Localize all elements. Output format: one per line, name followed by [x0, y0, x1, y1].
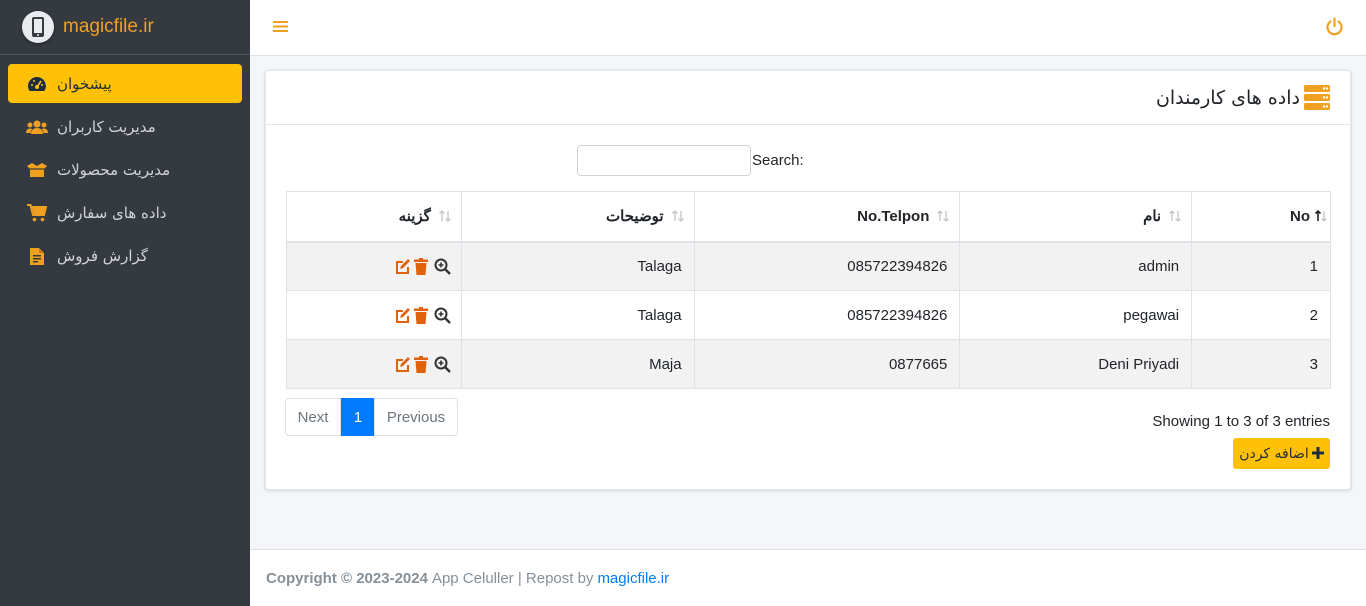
cart-icon — [26, 203, 48, 223]
sidebar-item-label: مدیریت کاربران — [57, 117, 156, 136]
sort-asc-icon — [1314, 209, 1328, 223]
sort-icon — [936, 209, 950, 223]
zoom-icon[interactable] — [434, 307, 451, 324]
add-button[interactable]: اضافه کردن — [1233, 438, 1330, 469]
description-cell: Talaga — [460, 290, 695, 340]
sort-icon — [671, 209, 685, 223]
users-icon — [26, 117, 48, 137]
table-header-row: گزینه توضیحات No.Telpon نام No — [286, 191, 1331, 243]
sidebar-nav: پیشخوان مدیریت کاربران مدیریت محصولات دا… — [0, 55, 250, 275]
name-cell: pegawai — [959, 290, 1193, 340]
sidebar-item-sales-report[interactable]: گزارش فروش — [8, 236, 242, 275]
search-label: Search: — [752, 152, 804, 169]
no-cell: 3 — [1191, 339, 1331, 389]
phone-cell: 085722394826 — [693, 241, 961, 291]
options-cell — [286, 241, 462, 291]
name-cell: Deni Priyadi — [959, 339, 1193, 389]
phone-cell: 0877665 — [693, 339, 961, 389]
name-cell: admin — [959, 241, 1193, 291]
plus-icon — [1311, 443, 1324, 464]
sidebar: magicfile.ir پیشخوان مدیریت کاربران مدیر… — [0, 0, 250, 606]
entries-info: Showing 1 to 3 of 3 entries — [1152, 413, 1330, 430]
search-input[interactable] — [577, 145, 751, 176]
previous-page-button[interactable]: Previous — [374, 398, 458, 436]
edit-icon[interactable] — [394, 258, 411, 275]
file-report-icon — [26, 246, 48, 266]
sidebar-item-dashboard[interactable]: پیشخوان — [8, 64, 242, 103]
sidebar-item-users[interactable]: مدیریت کاربران — [8, 107, 242, 146]
sidebar-item-products[interactable]: مدیریت محصولات — [8, 150, 242, 189]
table-row: Talaga 085722394826 admin 1 — [286, 241, 1331, 291]
box-open-icon — [26, 160, 48, 180]
mobile-phone-icon — [22, 11, 54, 43]
zoom-icon[interactable] — [434, 356, 451, 373]
server-icon — [1304, 85, 1330, 110]
column-header-description[interactable]: توضیحات — [460, 191, 695, 243]
column-header-phone[interactable]: No.Telpon — [693, 191, 961, 243]
delete-icon[interactable] — [413, 306, 431, 324]
delete-icon[interactable] — [413, 355, 431, 373]
footer-copyright: Copyright © 2023-2024 — [266, 569, 428, 587]
next-page-button[interactable]: Next — [285, 398, 341, 436]
edit-icon[interactable] — [394, 307, 411, 324]
sidebar-item-orders[interactable]: داده های سفارش — [8, 193, 242, 232]
sidebar-item-label: گزارش فروش — [57, 246, 148, 265]
pagination: Next 1 Previous — [285, 398, 458, 436]
employees-table: گزینه توضیحات No.Telpon نام No Talaga 08… — [286, 191, 1331, 389]
edit-icon[interactable] — [394, 356, 411, 373]
sidebar-item-label: مدیریت محصولات — [57, 160, 171, 179]
footer-link[interactable]: magicfile.ir — [597, 570, 669, 587]
sort-icon — [1168, 209, 1182, 223]
sort-icon — [438, 209, 452, 223]
footer: Copyright © 2023-2024 App Celuller | Rep… — [250, 549, 1366, 606]
no-cell: 2 — [1191, 290, 1331, 340]
brand-name: magicfile.ir — [63, 16, 154, 37]
page-title: داده های کارمندان — [1155, 87, 1300, 109]
column-header-options[interactable]: گزینه — [286, 191, 462, 243]
page-1-button[interactable]: 1 — [341, 398, 375, 436]
delete-icon[interactable] — [413, 258, 431, 276]
description-cell: Talaga — [460, 241, 695, 291]
no-cell: 1 — [1191, 241, 1331, 291]
sidebar-item-label: پیشخوان — [57, 74, 112, 93]
dashboard-icon — [26, 74, 48, 94]
card-header: داده های کارمندان — [266, 71, 1350, 125]
table-row: Talaga 085722394826 pegawai 2 — [286, 290, 1331, 340]
options-cell — [286, 290, 462, 340]
sidebar-item-label: داده های سفارش — [57, 203, 167, 222]
options-cell — [286, 339, 462, 389]
employees-card: داده های کارمندان Search: گزینه توضیحات … — [265, 70, 1351, 490]
brand[interactable]: magicfile.ir — [0, 0, 250, 55]
hamburger-icon[interactable] — [273, 19, 288, 34]
add-button-label: اضافه کردن — [1239, 445, 1309, 462]
top-navbar — [250, 0, 1366, 56]
power-icon[interactable] — [1325, 17, 1344, 36]
description-cell: Maja — [460, 339, 695, 389]
column-header-no[interactable]: No — [1191, 191, 1331, 243]
footer-app-text: App Celuller | Repost by — [431, 569, 594, 587]
zoom-icon[interactable] — [434, 258, 451, 275]
phone-cell: 085722394826 — [693, 290, 961, 340]
column-header-name[interactable]: نام — [959, 191, 1193, 243]
table-row: Maja 0877665 Deni Priyadi 3 — [286, 339, 1331, 389]
